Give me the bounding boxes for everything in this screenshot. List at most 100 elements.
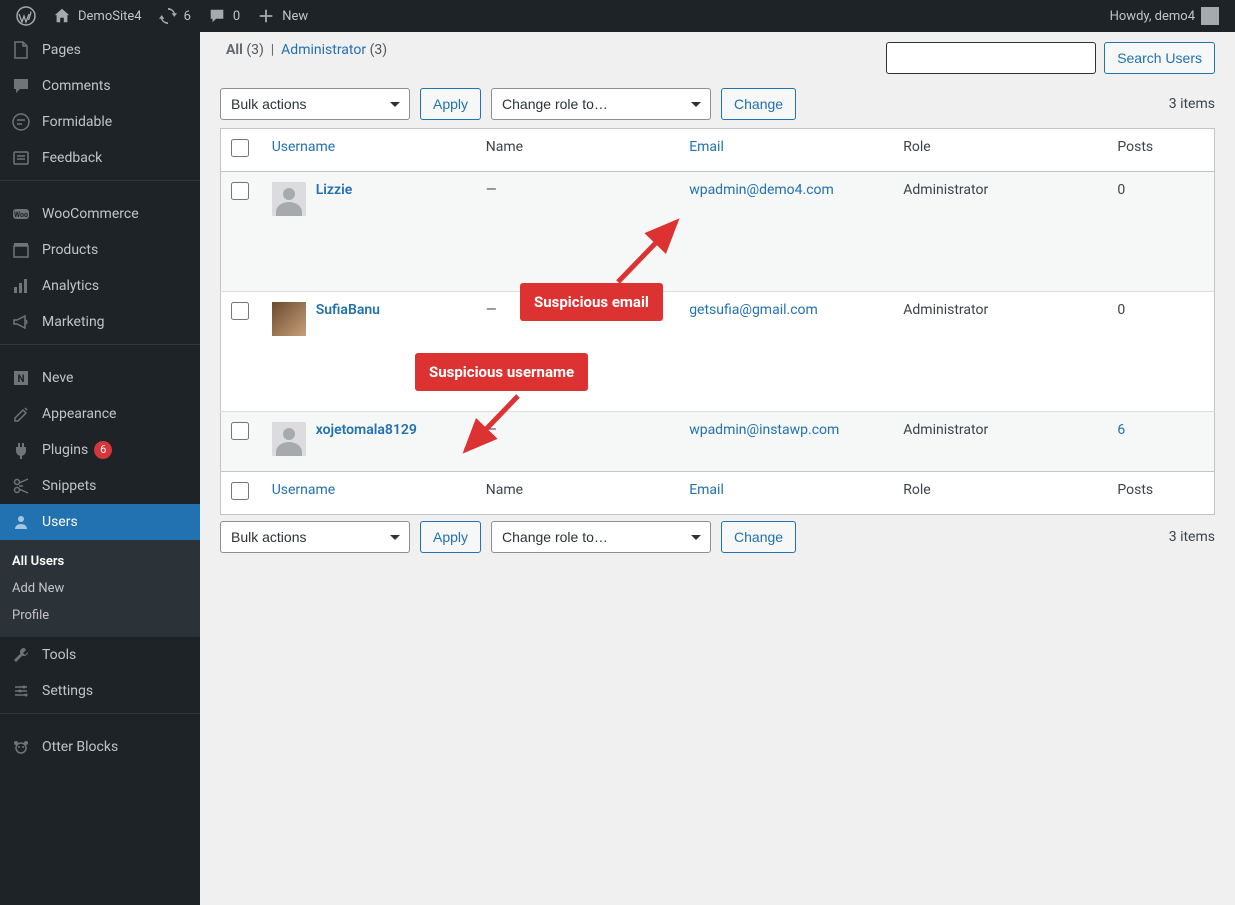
change-button-bottom[interactable]: Change bbox=[721, 521, 796, 553]
col-posts: Posts bbox=[1107, 129, 1214, 172]
submenu-all-users[interactable]: All Users bbox=[0, 548, 200, 575]
sidebar-item-label: Tools bbox=[42, 647, 76, 663]
sidebar-item-label: Snippets bbox=[42, 478, 96, 494]
howdy-link[interactable]: Howdy, demo4 bbox=[1102, 0, 1227, 32]
sidebar-item-users[interactable]: Users bbox=[0, 504, 200, 540]
plugin-count-badge: 6 bbox=[94, 441, 112, 459]
sidebar-item-label: Comments bbox=[42, 78, 111, 94]
tools-icon bbox=[10, 644, 32, 666]
col-username-foot[interactable]: Username bbox=[272, 482, 336, 498]
sidebar-item-woocommerce[interactable]: Woo WooCommerce bbox=[0, 196, 200, 232]
col-role: Role bbox=[893, 129, 1107, 172]
username-link[interactable]: Lizzie bbox=[316, 182, 353, 198]
submenu-add-new[interactable]: Add New bbox=[0, 575, 200, 602]
change-role-select[interactable]: Change role to… bbox=[491, 88, 711, 120]
role-cell: Administrator bbox=[893, 292, 1107, 412]
posts-link[interactable]: 6 bbox=[1117, 422, 1125, 438]
username-link[interactable]: SufiaBanu bbox=[316, 302, 380, 318]
search-input[interactable] bbox=[886, 42, 1096, 74]
svg-text:Woo: Woo bbox=[14, 211, 28, 219]
wordpress-icon bbox=[16, 6, 36, 26]
sidebar-item-label: Analytics bbox=[42, 278, 99, 294]
col-role-foot: Role bbox=[893, 472, 1107, 515]
avatar bbox=[272, 422, 306, 456]
avatar bbox=[272, 182, 306, 216]
tablenav-top: Bulk actions Apply Change role to… Chang… bbox=[220, 88, 1215, 120]
search-users-button[interactable]: Search Users bbox=[1104, 42, 1215, 74]
bulk-actions-select[interactable]: Bulk actions bbox=[220, 88, 410, 120]
comment-icon bbox=[10, 75, 32, 97]
sidebar-item-marketing[interactable]: Marketing bbox=[0, 304, 200, 340]
sidebar-item-label: Pages bbox=[42, 42, 81, 58]
page-icon bbox=[10, 39, 32, 61]
filter-all[interactable]: All (3) bbox=[226, 42, 264, 58]
submenu-profile[interactable]: Profile bbox=[0, 602, 200, 629]
users-icon bbox=[10, 511, 32, 533]
sidebar-item-label: Marketing bbox=[42, 314, 105, 330]
username-link[interactable]: xojetomala8129 bbox=[316, 422, 417, 438]
sidebar-item-label: Users bbox=[42, 514, 78, 530]
svg-text:N: N bbox=[17, 374, 24, 385]
comments-link[interactable]: 0 bbox=[199, 0, 248, 32]
items-count-top: 3 items bbox=[1169, 96, 1215, 112]
col-name-foot: Name bbox=[476, 472, 679, 515]
woo-icon: Woo bbox=[10, 203, 32, 225]
sidebar-item-settings[interactable]: Settings bbox=[0, 673, 200, 709]
updates-link[interactable]: 6 bbox=[150, 0, 199, 32]
sidebar-item-label: Feedback bbox=[42, 150, 102, 166]
appearance-icon bbox=[10, 403, 32, 425]
email-link[interactable]: getsufia@gmail.com bbox=[689, 302, 818, 318]
sidebar-item-products[interactable]: Products bbox=[0, 232, 200, 268]
sidebar-item-appearance[interactable]: Appearance bbox=[0, 396, 200, 432]
new-link[interactable]: New bbox=[248, 0, 316, 32]
comments-count: 0 bbox=[233, 9, 240, 24]
analytics-icon bbox=[10, 275, 32, 297]
sidebar-item-feedback[interactable]: Feedback bbox=[0, 140, 200, 176]
sidebar-item-analytics[interactable]: Analytics bbox=[0, 268, 200, 304]
feedback-icon bbox=[10, 147, 32, 169]
admin-menu: Pages Comments Formidable Feedback Woo WooCom… bbox=[0, 32, 200, 905]
site-name-link[interactable]: DemoSite4 bbox=[44, 0, 150, 32]
email-link[interactable]: wpadmin@instawp.com bbox=[689, 422, 839, 438]
comment-icon bbox=[207, 6, 227, 26]
sidebar-item-label: Appearance bbox=[42, 406, 116, 422]
apply-button-bottom[interactable]: Apply bbox=[420, 521, 481, 553]
sidebar-item-snippets[interactable]: Snippets bbox=[0, 468, 200, 504]
snippets-icon bbox=[10, 475, 32, 497]
annotation-suspicious-email: Suspicious email bbox=[520, 283, 663, 321]
col-name: Name bbox=[476, 129, 679, 172]
sidebar-item-tools[interactable]: Tools bbox=[0, 637, 200, 673]
col-username[interactable]: Username bbox=[272, 139, 336, 155]
sidebar-item-formidable[interactable]: Formidable bbox=[0, 104, 200, 140]
posts-count: 0 bbox=[1117, 302, 1125, 318]
table-row: xojetomala8129 — wpadmin@instawp.com Adm… bbox=[221, 412, 1215, 472]
sidebar-item-label: Plugins bbox=[42, 442, 88, 458]
formidable-icon bbox=[10, 111, 32, 133]
select-all-top[interactable] bbox=[231, 139, 249, 157]
email-link[interactable]: wpadmin@demo4.com bbox=[689, 182, 834, 198]
admin-bar: DemoSite4 6 0 New Howdy, demo4 bbox=[0, 0, 1235, 32]
sidebar-item-otter-blocks[interactable]: Otter Blocks bbox=[0, 729, 200, 765]
change-role-select-bottom[interactable]: Change role to… bbox=[491, 521, 711, 553]
table-row: SufiaBanu — getsufia@gmail.com Administr… bbox=[221, 292, 1215, 412]
apply-button-top[interactable]: Apply bbox=[420, 88, 481, 120]
bulk-actions-select-bottom[interactable]: Bulk actions bbox=[220, 521, 410, 553]
change-button-top[interactable]: Change bbox=[721, 88, 796, 120]
tablenav-bottom: Bulk actions Apply Change role to… Chang… bbox=[220, 521, 1215, 553]
row-checkbox[interactable] bbox=[231, 182, 249, 200]
sidebar-item-comments[interactable]: Comments bbox=[0, 68, 200, 104]
wp-logo[interactable] bbox=[8, 0, 44, 32]
select-all-bottom[interactable] bbox=[231, 482, 249, 500]
arrow-username bbox=[460, 392, 530, 466]
row-checkbox[interactable] bbox=[231, 422, 249, 440]
row-checkbox[interactable] bbox=[231, 302, 249, 320]
site-name: DemoSite4 bbox=[78, 9, 142, 24]
avatar bbox=[1201, 7, 1219, 25]
sidebar-item-plugins[interactable]: Plugins 6 bbox=[0, 432, 200, 468]
sidebar-item-neve[interactable]: NNeve bbox=[0, 360, 200, 396]
sidebar-item-pages[interactable]: Pages bbox=[0, 32, 200, 68]
col-email-foot[interactable]: Email bbox=[689, 482, 724, 498]
filter-administrator[interactable]: Administrator (3) bbox=[281, 42, 387, 58]
col-email[interactable]: Email bbox=[689, 139, 724, 155]
sidebar-item-label: WooCommerce bbox=[42, 206, 139, 222]
